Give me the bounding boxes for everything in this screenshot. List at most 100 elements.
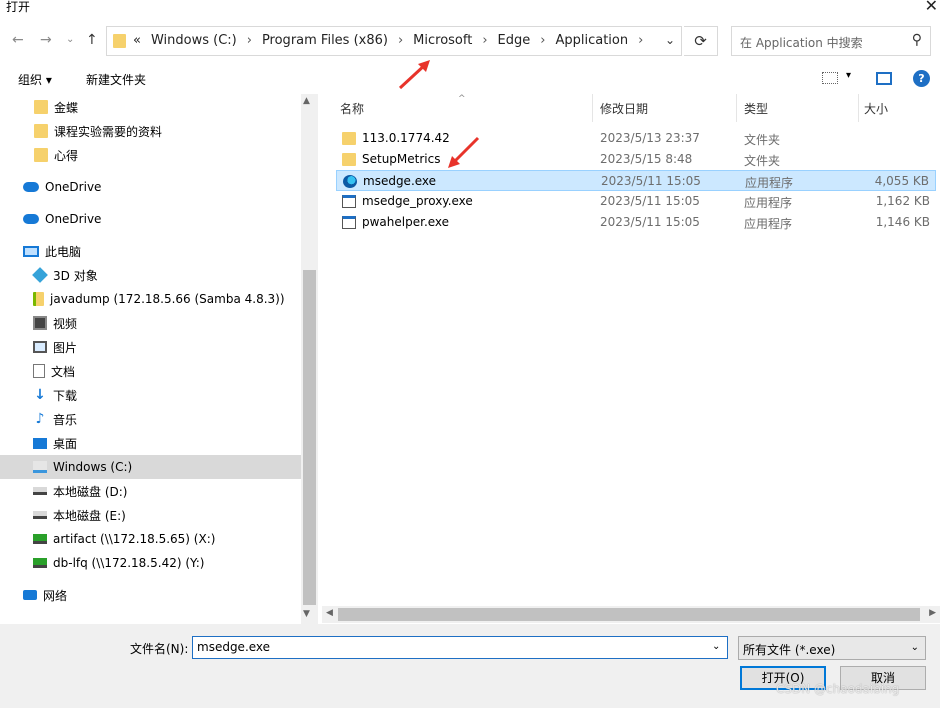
sidebar-item-db-lfq-y[interactable]: db-lfq (\\172.18.5.42) (Y:) bbox=[0, 551, 301, 575]
file-name: msedge.exe bbox=[363, 174, 437, 188]
horizontal-scrollbar[interactable]: ◀ ▶ bbox=[322, 606, 940, 623]
sidebar-item-pictures[interactable]: 图片 bbox=[0, 335, 301, 359]
breadcrumb-edge[interactable]: Edge bbox=[498, 33, 531, 48]
close-icon[interactable]: ✕ bbox=[925, 0, 938, 15]
scroll-left-icon[interactable]: ◀ bbox=[326, 608, 333, 618]
chevron-down-icon[interactable]: ▾ bbox=[846, 70, 851, 81]
help-icon[interactable]: ? bbox=[913, 70, 930, 87]
sidebar-item-drive-e[interactable]: 本地磁盘 (E:) bbox=[0, 503, 301, 527]
sidebar-item-music[interactable]: ♪ 音乐 bbox=[0, 407, 301, 431]
file-row[interactable]: pwahelper.exe 2023/5/11 15:05 应用程序 1,146… bbox=[336, 212, 936, 233]
organize-button[interactable]: 组织 ▾ bbox=[18, 71, 52, 88]
3d-objects-icon bbox=[32, 267, 48, 283]
chevron-right-icon: › bbox=[397, 33, 404, 48]
column-header-name[interactable]: 名称 bbox=[340, 94, 364, 122]
scroll-down-icon[interactable]: ▼ bbox=[303, 609, 310, 619]
music-icon: ♪ bbox=[35, 411, 45, 427]
sidebar-item-label: 此电脑 bbox=[45, 244, 82, 259]
file-type-filter-value: 所有文件 (*.exe) bbox=[743, 643, 836, 657]
drive-icon bbox=[33, 487, 47, 495]
column-header-date[interactable]: 修改日期 bbox=[600, 94, 648, 122]
file-row[interactable]: 113.0.1774.42 2023/5/13 23:37 文件夹 bbox=[336, 128, 936, 149]
breadcrumb-microsoft[interactable]: Microsoft bbox=[413, 33, 472, 48]
sidebar-item-course-materials[interactable]: 课程实验需要的资料 bbox=[0, 119, 301, 143]
breadcrumb-overflow[interactable]: « bbox=[133, 33, 141, 48]
column-divider[interactable] bbox=[592, 94, 593, 122]
file-row-selected[interactable]: msedge.exe 2023/5/11 15:05 应用程序 4,055 KB bbox=[336, 170, 936, 191]
sidebar-item-label: 网络 bbox=[43, 588, 68, 603]
sidebar-item-drive-d[interactable]: 本地磁盘 (D:) bbox=[0, 479, 301, 503]
breadcrumb-windows-c[interactable]: Windows (C:) bbox=[151, 33, 237, 48]
scroll-up-icon[interactable]: ▲ bbox=[303, 96, 310, 106]
folder-icon bbox=[34, 148, 48, 162]
watermark: CSDN @chaodaibing bbox=[776, 682, 900, 696]
scroll-right-icon[interactable]: ▶ bbox=[929, 608, 936, 618]
annotation-arrow-icon bbox=[398, 60, 430, 90]
chevron-down-icon[interactable]: ⌄ bbox=[665, 33, 675, 47]
column-divider[interactable] bbox=[858, 94, 859, 122]
column-header-size[interactable]: 大小 bbox=[864, 94, 888, 122]
sidebar-item-label: db-lfq (\\172.18.5.42) (Y:) bbox=[53, 556, 205, 570]
edge-icon bbox=[343, 174, 357, 188]
sidebar-item-videos[interactable]: 视频 bbox=[0, 311, 301, 335]
back-arrow-icon[interactable]: ← bbox=[12, 32, 24, 48]
chevron-right-icon: › bbox=[246, 33, 252, 48]
folder-icon bbox=[113, 34, 126, 48]
sidebar-item-notes[interactable]: 心得 bbox=[0, 143, 301, 167]
sidebar-item-onedrive-2[interactable]: OneDrive bbox=[0, 207, 301, 231]
new-folder-button[interactable]: 新建文件夹 bbox=[86, 71, 146, 88]
sidebar-item-documents[interactable]: 文档 bbox=[0, 359, 301, 383]
preview-pane-icon[interactable] bbox=[876, 72, 892, 85]
file-row[interactable]: SetupMetrics 2023/5/15 8:48 文件夹 bbox=[336, 149, 936, 170]
pictures-icon bbox=[33, 341, 47, 353]
breadcrumb-application[interactable]: Application bbox=[555, 33, 628, 48]
file-row[interactable]: msedge_proxy.exe 2023/5/11 15:05 应用程序 1,… bbox=[336, 191, 936, 212]
sidebar-scrollbar-thumb[interactable] bbox=[303, 270, 316, 605]
network-drive-icon bbox=[33, 558, 47, 568]
address-bar[interactable]: « Windows (C:) › Program Files (x86) › Mic… bbox=[106, 26, 682, 56]
view-options-icon[interactable] bbox=[822, 72, 838, 84]
column-header-type[interactable]: 类型 bbox=[744, 94, 768, 122]
sidebar-item-label: 心得 bbox=[54, 148, 79, 163]
forward-arrow-icon[interactable]: → bbox=[40, 32, 52, 48]
recent-locations-icon[interactable]: ⌄ bbox=[66, 34, 74, 45]
file-list: ^ 名称 修改日期 类型 大小 113.0.1774.42 2023/5/13 … bbox=[322, 94, 940, 624]
breadcrumb-program-files[interactable]: Program Files (x86) bbox=[262, 33, 388, 48]
desktop-icon bbox=[33, 437, 47, 449]
search-icon[interactable]: ⚲ bbox=[912, 32, 922, 48]
sidebar-item-label: 图片 bbox=[53, 340, 78, 355]
sidebar-item-windows-c[interactable]: Windows (C:) bbox=[0, 455, 301, 479]
search-box[interactable]: 在 Application 中搜索 ⚲ bbox=[731, 26, 931, 56]
sidebar-item-3d-objects[interactable]: 3D 对象 bbox=[0, 263, 301, 287]
sidebar-item-javadump[interactable]: javadump (172.18.5.66 (Samba 4.8.3)) bbox=[0, 287, 301, 311]
sidebar-item-onedrive[interactable]: OneDrive bbox=[0, 175, 301, 199]
horizontal-scrollbar-thumb[interactable] bbox=[338, 608, 920, 621]
up-arrow-icon[interactable]: ↑ bbox=[86, 32, 98, 48]
sidebar-item-label: 音乐 bbox=[53, 412, 78, 427]
file-type: 应用程序 bbox=[745, 176, 794, 190]
chevron-down-icon[interactable]: ⌄ bbox=[712, 641, 720, 652]
sidebar-item-jindie[interactable]: 金蝶 bbox=[0, 95, 301, 119]
folder-icon bbox=[34, 100, 48, 114]
file-date: 2023/5/11 15:05 bbox=[600, 215, 700, 229]
search-input[interactable]: 在 Application 中搜索 bbox=[740, 34, 863, 51]
sidebar-item-label: artifact (\\172.18.5.65) (X:) bbox=[53, 532, 216, 546]
onedrive-icon bbox=[23, 182, 39, 192]
file-type: 应用程序 bbox=[744, 196, 793, 210]
videos-icon bbox=[33, 316, 47, 330]
file-type-filter[interactable]: 所有文件 (*.exe) ⌄ bbox=[738, 636, 926, 660]
refresh-button[interactable]: ⟳ bbox=[684, 26, 718, 56]
sidebar-item-network[interactable]: 网络 bbox=[0, 583, 301, 607]
sidebar-item-desktop[interactable]: 桌面 bbox=[0, 431, 301, 455]
sidebar-item-this-pc[interactable]: 此电脑 bbox=[0, 239, 301, 263]
sidebar-item-artifact-x[interactable]: artifact (\\172.18.5.65) (X:) bbox=[0, 527, 301, 551]
navigation-bar: ← → ⌄ ↑ « Windows (C:) › Program Files (x… bbox=[0, 22, 940, 60]
column-divider[interactable] bbox=[736, 94, 737, 122]
file-name: 113.0.1774.42 bbox=[362, 131, 450, 145]
sidebar-item-downloads[interactable]: ↓ 下载 bbox=[0, 383, 301, 407]
filename-field[interactable]: msedge.exe bbox=[192, 636, 728, 659]
window-title: 打开 bbox=[6, 0, 31, 14]
file-size: 4,055 KB bbox=[874, 174, 929, 188]
sort-ascending-icon: ^ bbox=[458, 94, 466, 104]
documents-icon bbox=[33, 364, 45, 378]
